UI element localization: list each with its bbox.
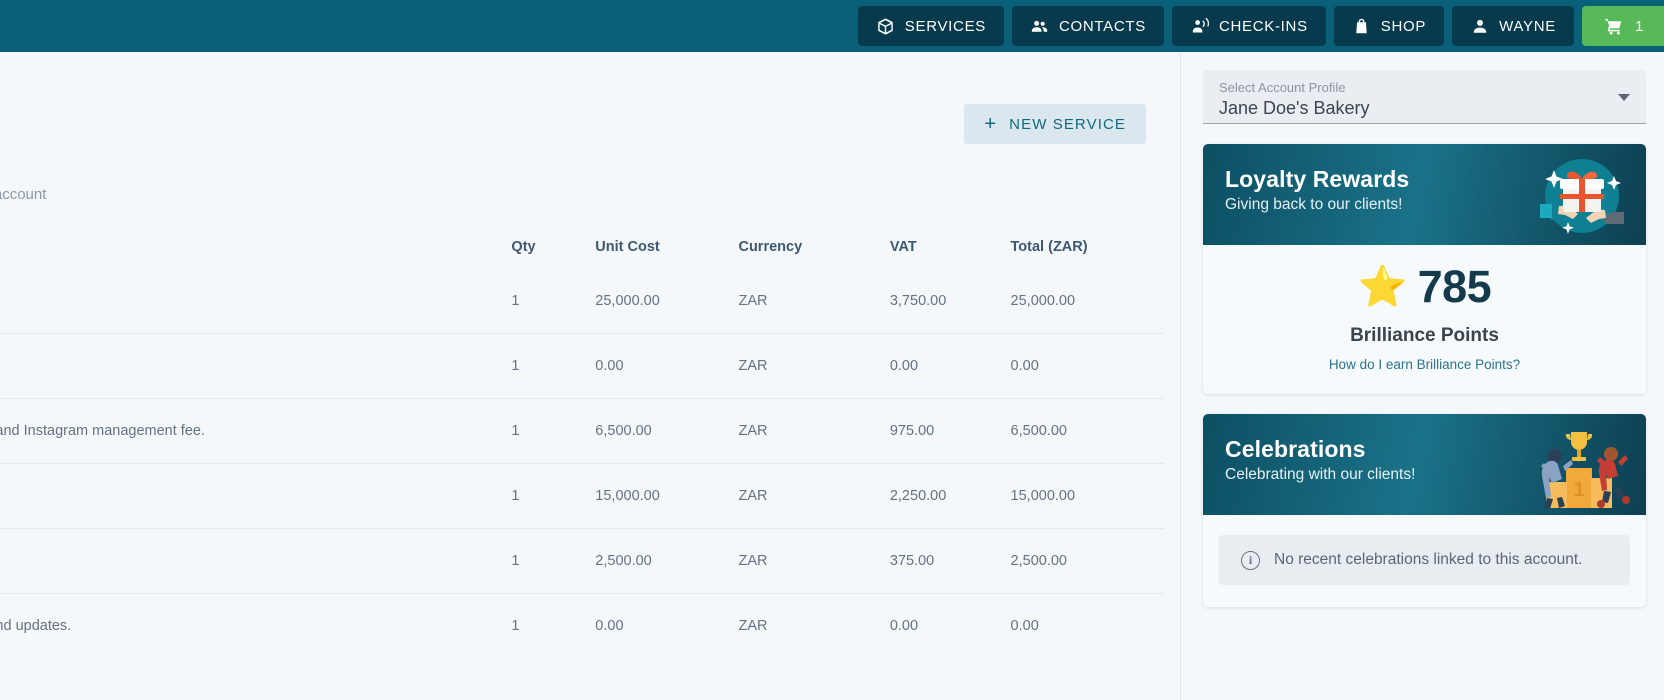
cell-total: 2,500.00 — [1010, 528, 1164, 594]
nav-item-wayne-label: WAYNE — [1499, 17, 1556, 35]
column-header-vat: VAT — [889, 239, 917, 255]
nav-item-shop[interactable]: SHOP — [1333, 6, 1445, 46]
nav-item-contacts[interactable]: CONTACTS — [1011, 6, 1164, 46]
cell-vat: 0.00 — [889, 593, 1011, 658]
cell-qty: 1 — [511, 333, 596, 399]
nav-item-check-ins[interactable]: CHECK-INS — [1171, 6, 1326, 46]
table-row[interactable]: 1 15,000.00 ZAR 2,250.00 15,000.00 — [0, 463, 1164, 529]
cell-qty: 1 — [511, 293, 520, 309]
cell-currency: ZAR — [738, 463, 890, 529]
celebrations-card: Celebrations Celebrating with our client… — [1203, 414, 1646, 607]
user-icon — [1470, 17, 1489, 36]
people-icon — [1030, 17, 1049, 36]
loyalty-card-body: ⭐ 785 Brilliance Points How do I earn Br… — [1203, 245, 1646, 394]
celebrations-empty-note: i No recent celebrations linked to this … — [1219, 535, 1630, 585]
cell-qty: 1 — [511, 593, 596, 658]
nav-item-contacts-label: CONTACTS — [1058, 17, 1146, 35]
cell-unit-cost: 0.00 — [595, 333, 739, 399]
plus-icon: + — [984, 113, 998, 135]
column-header-description — [0, 227, 511, 269]
cell-vat: 0.00 — [889, 333, 1011, 399]
shopping-bag-icon — [1352, 17, 1371, 36]
table-row[interactable]: 1 2,500.00 ZAR 375.00 2,500.00 — [0, 528, 1164, 594]
cell-currency: ZAR — [738, 293, 768, 309]
new-service-button[interactable]: + NEW SERVICE — [964, 104, 1146, 144]
cell-unit-cost: 15,000.00 — [595, 463, 739, 529]
cell-description: ook and Instagram management fee. — [0, 423, 205, 439]
cell-total: 6,500.00 — [1010, 398, 1164, 464]
box-icon — [876, 17, 895, 36]
account-profile-label: Select Account Profile — [1219, 80, 1346, 95]
celebrations-empty-text: No recent celebrations linked to this ac… — [1274, 551, 1583, 568]
loyalty-rewards-card: Loyalty Rewards Giving back to our clien… — [1203, 144, 1646, 394]
main-content-area: + NEW SERVICE our account Qty Unit Cost … — [0, 52, 1180, 700]
brilliance-points-label: Brilliance Points — [1350, 325, 1499, 346]
cell-vat: 975.00 — [889, 398, 1011, 464]
cell-total: 15,000.00 — [1010, 463, 1164, 529]
gift-in-hands-illustration — [1526, 146, 1638, 244]
new-service-button-label: NEW SERVICE — [1009, 115, 1126, 133]
cell-unit-cost: 0.00 — [595, 593, 739, 658]
cell-currency: ZAR — [738, 593, 890, 658]
cell-total: 0.00 — [1010, 593, 1164, 658]
star-icon: ⭐ — [1357, 265, 1408, 309]
column-header-unit-cost: Unit Cost — [595, 239, 660, 255]
nav-item-wayne[interactable]: WAYNE — [1452, 6, 1574, 46]
table-row[interactable]: ce and updates. 1 0.00 ZAR 0.00 0.00 — [0, 593, 1164, 658]
nav-item-services[interactable]: SERVICES — [857, 6, 1004, 46]
new-service-row: + NEW SERVICE — [0, 104, 1164, 144]
cell-qty: 1 — [511, 398, 596, 464]
services-table: Qty Unit Cost Currency VAT Total (ZAR) 1… — [0, 227, 1164, 658]
loyalty-card-header: Loyalty Rewards Giving back to our clien… — [1203, 144, 1646, 245]
table-row[interactable]: ook and Instagram management fee. 1 6,50… — [0, 398, 1164, 464]
cell-unit-cost: 6,500.00 — [595, 398, 739, 464]
cell-vat: 3,750.00 — [889, 293, 947, 309]
cell-vat: 2,250.00 — [889, 463, 1011, 529]
column-header-total: Total (ZAR) — [1010, 239, 1088, 255]
cell-vat: 375.00 — [889, 528, 1011, 594]
chevron-down-icon[interactable] — [1618, 94, 1630, 101]
table-header-row: Qty Unit Cost Currency VAT Total (ZAR) — [0, 227, 1164, 269]
cell-total: 0.00 — [1010, 333, 1164, 399]
nav-items: SERVICES CONTACTS CHECK-INS SHOP WAYNE 1 — [857, 6, 1664, 46]
top-navigation-bar: SERVICES CONTACTS CHECK-INS SHOP WAYNE 1 — [0, 0, 1664, 52]
cell-currency: ZAR — [738, 398, 890, 464]
check-in-person-icon — [1190, 17, 1209, 36]
trophy-podium-illustration: 1 — [1526, 416, 1638, 514]
nav-item-check-ins-label: CHECK-INS — [1218, 17, 1308, 35]
earn-points-link[interactable]: How do I earn Brilliance Points? — [1203, 357, 1646, 372]
nav-item-shop-label: SHOP — [1380, 17, 1427, 35]
app-page: SERVICES CONTACTS CHECK-INS SHOP WAYNE 1… — [0, 0, 1664, 700]
info-icon: i — [1241, 550, 1260, 570]
cell-currency: ZAR — [738, 333, 890, 399]
page-subtitle: our account — [0, 186, 47, 203]
celebrations-card-header: Celebrations Celebrating with our client… — [1203, 414, 1646, 515]
cart-count: 1 — [1634, 17, 1644, 35]
cell-description: ce and updates. — [0, 618, 72, 634]
cell-qty: 1 — [511, 463, 596, 529]
right-sidebar: Select Account Profile Jane Doe's Bakery… — [1181, 52, 1664, 700]
services-table-head: Qty Unit Cost Currency VAT Total (ZAR) — [0, 227, 1164, 269]
cell-currency: ZAR — [738, 528, 890, 594]
cell-unit-cost: 25,000.00 — [595, 293, 660, 309]
table-row[interactable]: 1 0.00 ZAR 0.00 0.00 — [0, 333, 1164, 399]
cell-total: 25,000.00 — [1010, 293, 1076, 309]
account-profile-select[interactable]: Select Account Profile Jane Doe's Bakery — [1203, 70, 1646, 124]
table-row[interactable]: 1 25,000.00 ZAR 3,750.00 25,000.00 — [0, 269, 1164, 334]
column-header-currency: Currency — [738, 239, 803, 255]
cart-button[interactable]: 1 — [1581, 6, 1664, 46]
cart-icon — [1604, 17, 1623, 36]
points-row: ⭐ 785 — [1203, 263, 1646, 311]
svg-text:1: 1 — [1573, 479, 1584, 501]
cell-unit-cost: 2,500.00 — [595, 528, 739, 594]
nav-item-services-label: SERVICES — [904, 17, 986, 35]
column-header-qty: Qty — [511, 239, 536, 255]
services-table-body: 1 25,000.00 ZAR 3,750.00 25,000.00 1 0.0… — [0, 269, 1164, 658]
account-profile-value: Jane Doe's Bakery — [1219, 98, 1370, 118]
cell-qty: 1 — [511, 528, 596, 594]
brilliance-points-value: 785 — [1417, 261, 1492, 312]
